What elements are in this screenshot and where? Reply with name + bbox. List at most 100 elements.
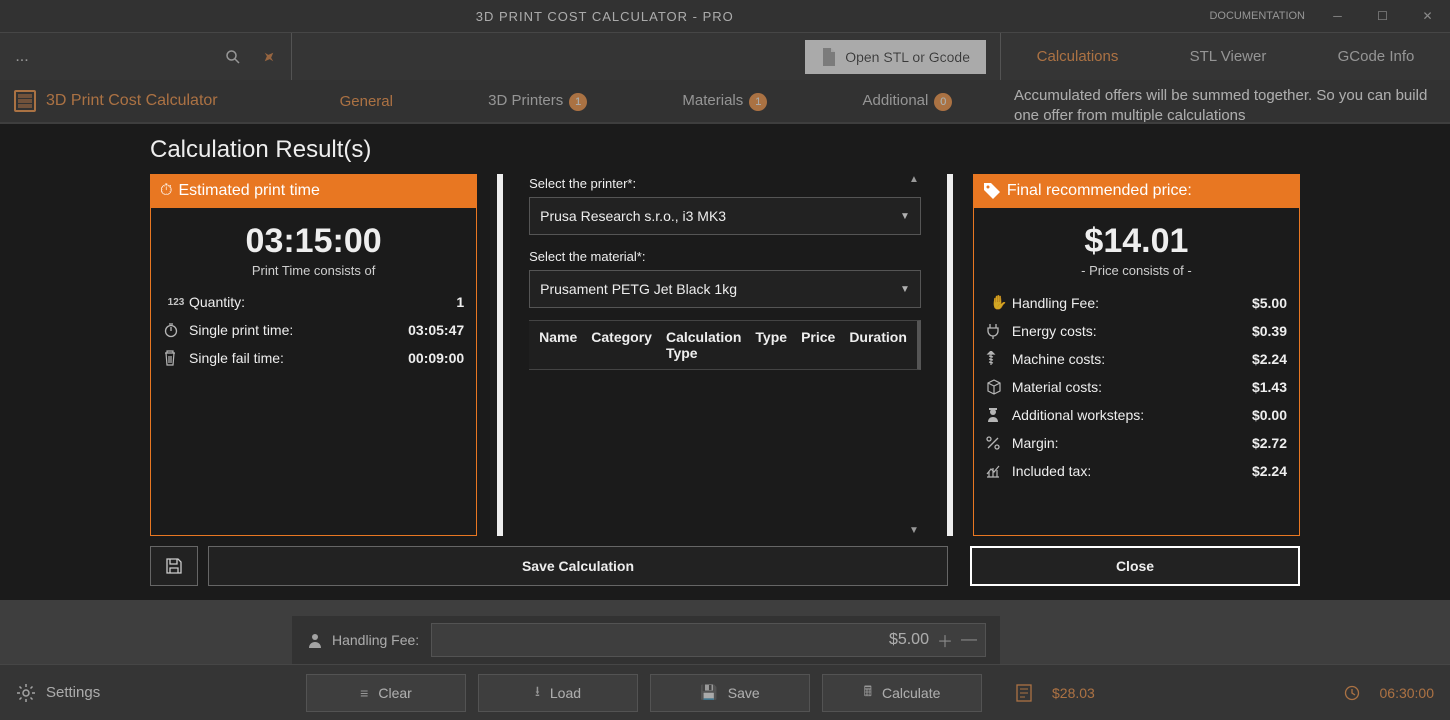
material-costs-value: $1.43 xyxy=(1252,379,1287,395)
minus-icon[interactable]: — xyxy=(961,631,977,649)
material-select[interactable]: Prusament PETG Jet Black 1kg ▼ xyxy=(529,270,921,308)
final-price-value: $14.01 xyxy=(986,222,1287,261)
quantity-value: 1 xyxy=(456,294,464,310)
single-fail-value: 00:09:00 xyxy=(408,350,464,366)
material-select-label: Select the material*: xyxy=(529,249,921,264)
save-calculation-button[interactable]: Save Calculation xyxy=(208,546,948,586)
minimize-button[interactable]: ─ xyxy=(1315,0,1360,32)
chevron-down-icon: ▼ xyxy=(900,211,910,222)
percent-icon xyxy=(986,436,1012,450)
additional-badge: 0 xyxy=(934,93,952,111)
price-subtitle: - Price consists of - xyxy=(986,263,1287,278)
tab-stl-viewer[interactable]: STL Viewer xyxy=(1190,48,1267,65)
scroll-up-icon[interactable]: ▲ xyxy=(909,174,919,185)
open-file-button[interactable]: Open STL or Gcode xyxy=(805,40,986,74)
col-price[interactable]: Price xyxy=(801,329,835,361)
person-icon xyxy=(306,631,324,649)
material-costs-label: Material costs: xyxy=(1012,379,1252,395)
worksteps-label: Additional worksteps: xyxy=(1012,407,1252,423)
calculation-result-dialog: Calculation Result(s) ⏱ Estimated print … xyxy=(0,124,1450,600)
printer-select[interactable]: Prusa Research s.r.o., i3 MK3 ▼ xyxy=(529,197,921,235)
estimated-time-header: ⏱ Estimated print time xyxy=(150,174,477,208)
total-price: $28.03 xyxy=(1052,685,1095,701)
subtab-printers[interactable]: 3D Printers1 xyxy=(488,92,587,111)
estimated-time-value: 03:15:00 xyxy=(163,222,464,261)
menu-dots[interactable]: ... xyxy=(10,45,34,69)
search-icon[interactable] xyxy=(221,45,245,69)
printer-select-value: Prusa Research s.r.o., i3 MK3 xyxy=(540,208,726,224)
stopwatch-icon xyxy=(163,322,189,338)
margin-label: Margin: xyxy=(1012,435,1252,451)
splitter-left[interactable] xyxy=(497,174,503,536)
col-category[interactable]: Category xyxy=(591,329,652,361)
handling-fee-input[interactable]: $5.00 ＋ — xyxy=(431,623,986,657)
margin-value: $2.72 xyxy=(1252,435,1287,451)
calculate-button[interactable]: 🖩Calculate xyxy=(822,674,982,712)
material-select-value: Prusament PETG Jet Black 1kg xyxy=(540,281,737,297)
open-file-label: Open STL or Gcode xyxy=(845,49,970,65)
handling-fee-label: Handling Fee: xyxy=(332,632,419,648)
tax-label: Included tax: xyxy=(1012,463,1252,479)
col-duration[interactable]: Duration xyxy=(849,329,907,361)
worksteps-table-header: Name Category Calculation Type Type Pric… xyxy=(529,320,921,370)
cube-icon xyxy=(986,379,1012,395)
documentation-link[interactable]: DOCUMENTATION xyxy=(1199,10,1315,22)
save-icon-button[interactable] xyxy=(150,546,198,586)
col-name[interactable]: Name xyxy=(539,329,577,361)
scroll-down-icon[interactable]: ▼ xyxy=(909,525,919,536)
time-subtitle: Print Time consists of xyxy=(163,263,464,278)
receipt-icon xyxy=(1016,684,1032,702)
quantity-label: Quantity: xyxy=(189,294,456,310)
chart-icon xyxy=(986,464,1012,478)
window-title: 3D PRINT COST CALCULATOR - PRO xyxy=(10,9,1199,24)
screw-icon xyxy=(986,351,1012,367)
plus-icon[interactable]: ＋ xyxy=(937,628,953,652)
tab-calculations[interactable]: Calculations xyxy=(1037,48,1119,65)
maximize-button[interactable]: ☐ xyxy=(1360,0,1405,32)
tab-gcode-info[interactable]: GCode Info xyxy=(1338,48,1415,65)
hand-icon: ✋ xyxy=(986,294,1012,311)
pin-icon[interactable] xyxy=(257,45,281,69)
load-button[interactable]: ⭳Load xyxy=(478,674,638,712)
plug-icon xyxy=(986,323,1012,339)
calculator-icon xyxy=(14,90,36,112)
handling-fee-value: $5.00 xyxy=(889,631,929,649)
handling-fee-value: $5.00 xyxy=(1252,295,1287,311)
worksteps-value: $0.00 xyxy=(1252,407,1287,423)
energy-costs-value: $0.39 xyxy=(1252,323,1287,339)
final-price-header: Final recommended price: xyxy=(973,174,1300,208)
worker-icon xyxy=(986,407,1012,423)
close-window-button[interactable]: ✕ xyxy=(1405,0,1450,32)
total-time: 06:30:00 xyxy=(1380,685,1435,701)
chevron-down-icon: ▼ xyxy=(900,284,910,295)
clear-button[interactable]: ≡Clear xyxy=(306,674,466,712)
printers-badge: 1 xyxy=(569,93,587,111)
save-button[interactable]: 💾Save xyxy=(650,674,810,712)
tax-value: $2.24 xyxy=(1252,463,1287,479)
number-icon: 123 xyxy=(163,297,189,308)
subtab-materials[interactable]: Materials1 xyxy=(682,92,767,111)
trash-icon xyxy=(163,350,189,366)
col-type[interactable]: Type xyxy=(755,329,787,361)
printer-select-label: Select the printer*: xyxy=(529,176,921,191)
gear-icon[interactable] xyxy=(16,683,36,703)
col-calculation-type[interactable]: Calculation Type xyxy=(666,329,741,361)
clock-icon: ⏱ xyxy=(160,182,172,200)
info-text: Accumulated offers will be summed togeth… xyxy=(1000,80,1450,122)
close-button[interactable]: Close xyxy=(970,546,1300,586)
settings-label[interactable]: Settings xyxy=(46,684,100,701)
machine-costs-label: Machine costs: xyxy=(1012,351,1252,367)
single-print-label: Single print time: xyxy=(189,322,408,338)
dialog-title: Calculation Result(s) xyxy=(150,136,1300,164)
app-name: 3D Print Cost Calculator xyxy=(46,92,218,110)
energy-costs-label: Energy costs: xyxy=(1012,323,1252,339)
handling-fee-label: Handling Fee: xyxy=(1012,295,1252,311)
single-print-value: 03:05:47 xyxy=(408,322,464,338)
single-fail-label: Single fail time: xyxy=(189,350,408,366)
subtab-additional[interactable]: Additional0 xyxy=(862,92,952,111)
splitter-right[interactable] xyxy=(947,174,953,536)
tag-icon xyxy=(983,182,1001,200)
subtab-general[interactable]: General xyxy=(340,93,393,110)
machine-costs-value: $2.24 xyxy=(1252,351,1287,367)
clock-icon xyxy=(1344,685,1360,701)
